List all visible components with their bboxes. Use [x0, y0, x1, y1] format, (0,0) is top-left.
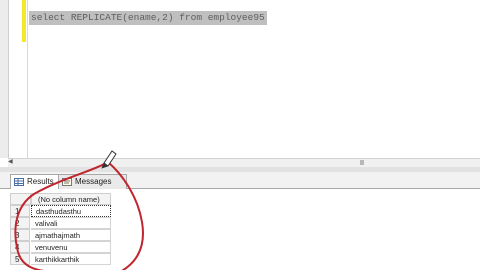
change-indicator-bar	[22, 0, 26, 42]
table-cell[interactable]: ajmathajmath	[31, 229, 111, 241]
tab-messages[interactable]: Messages	[58, 174, 127, 189]
tab-messages-label: Messages	[75, 177, 112, 186]
scrollbar-thumb[interactable]	[360, 160, 364, 165]
editor-gutter-line	[27, 0, 28, 158]
table-cell[interactable]: karthikkarthik	[31, 253, 111, 265]
editor-margin	[0, 0, 9, 158]
sql-query-text[interactable]: select REPLICATE(ename,2) from employee9…	[29, 11, 267, 25]
row-number[interactable]: 2	[10, 217, 30, 229]
grid-header-corner[interactable]	[10, 193, 31, 205]
column-header[interactable]: (No column name)	[31, 193, 111, 205]
scroll-left-arrow-icon[interactable]: ◀	[8, 159, 14, 166]
row-number[interactable]: 4	[10, 241, 30, 253]
tab-results-label: Results	[27, 177, 54, 186]
table-cell[interactable]: valivali	[31, 217, 111, 229]
row-number[interactable]: 5	[10, 253, 30, 265]
grid-icon	[14, 178, 24, 186]
row-number[interactable]: 3	[10, 229, 30, 241]
table-cell[interactable]: dasthudasthu	[31, 205, 111, 217]
message-icon	[62, 178, 72, 186]
row-number[interactable]: 1	[10, 205, 30, 217]
table-cell[interactable]: venuvenu	[31, 241, 111, 253]
